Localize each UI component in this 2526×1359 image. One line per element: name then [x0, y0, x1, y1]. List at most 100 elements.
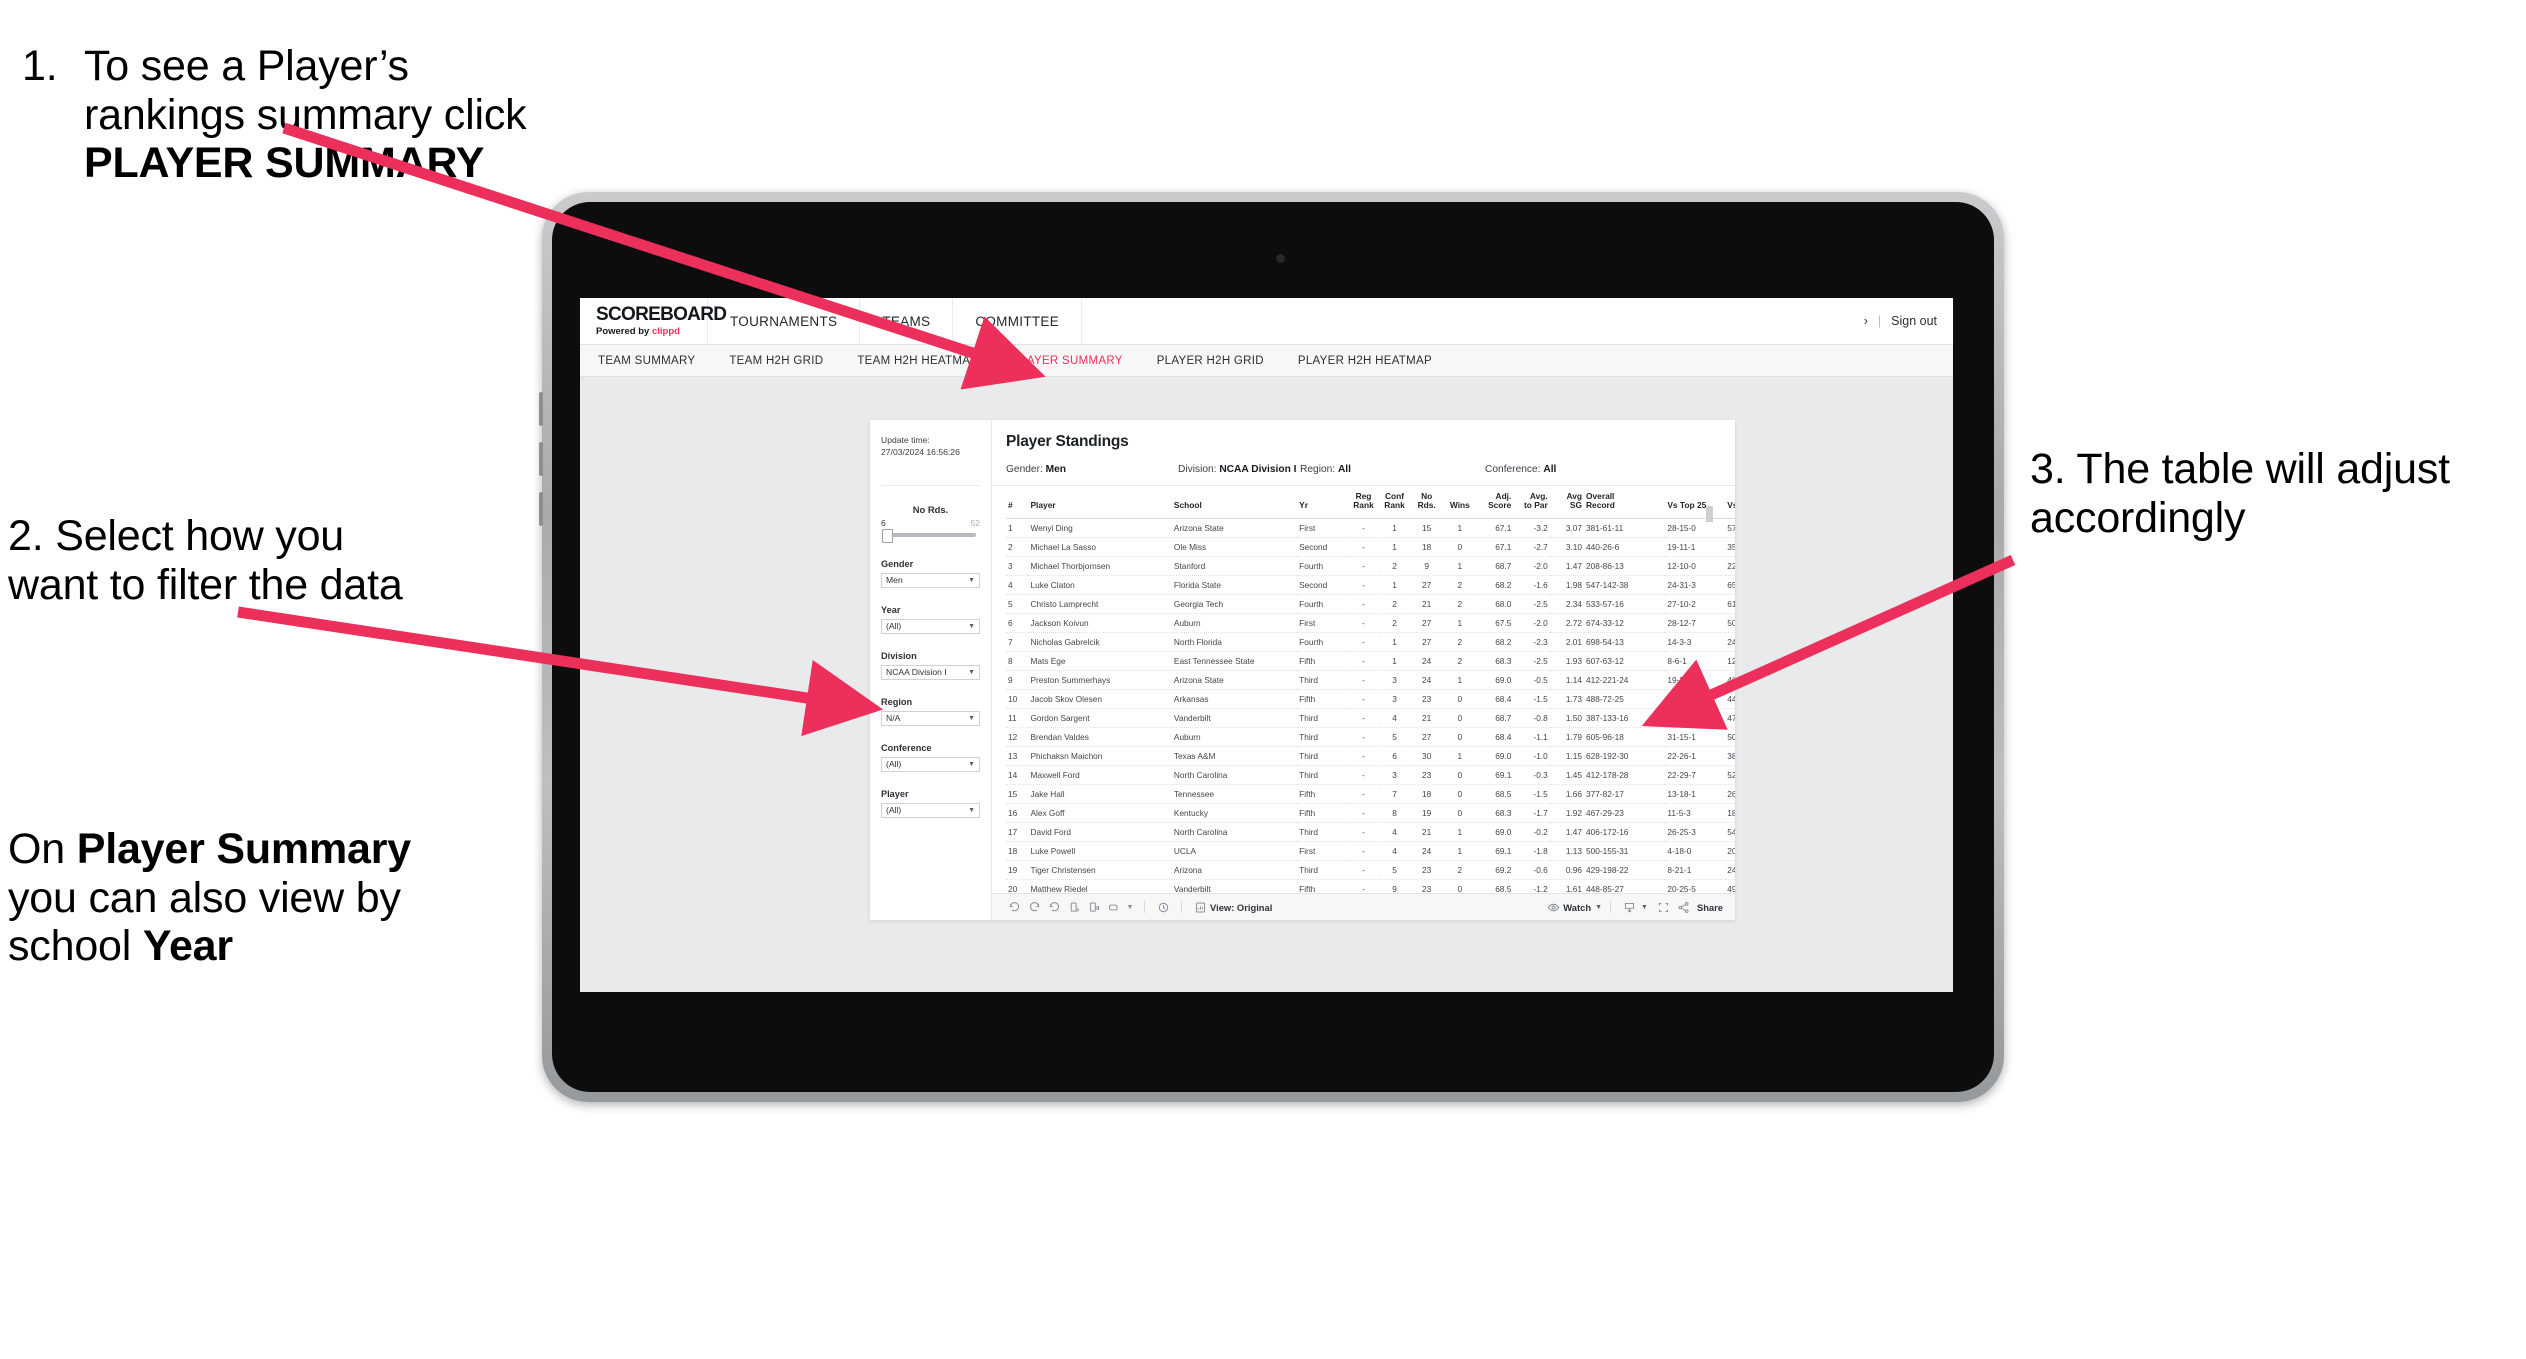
cell-school: Auburn — [1171, 727, 1298, 747]
col-t25-l1: Vs Top 25 — [1667, 500, 1707, 511]
download-chevron-down-icon[interactable]: ▼ — [1641, 904, 1648, 911]
cell-school: North Florida — [1171, 632, 1298, 652]
cell-no-rds: 23 — [1410, 860, 1443, 880]
col-conf-rank[interactable]: Conf Rank — [1378, 486, 1411, 519]
fullscreen-icon[interactable] — [1654, 897, 1674, 917]
table-row[interactable]: 13 Phichaksn Maichon Texas A&M Third -6 30 1 69… — [1006, 746, 1735, 766]
col-player[interactable]: Player — [1028, 486, 1172, 519]
cell-avg-to-par: -2.3 — [1513, 632, 1550, 652]
no-rounds-slider-track[interactable] — [882, 528, 976, 543]
cell-reg-rank: - — [1348, 613, 1379, 633]
cell-conf-rank: 9 — [1378, 879, 1411, 893]
cell-avg-sg: 1.47 — [1549, 556, 1584, 576]
view-original-label[interactable]: View: Original — [1210, 902, 1272, 913]
cell-school: Arizona State — [1171, 670, 1298, 690]
share-icon[interactable] — [1674, 897, 1694, 917]
table-row[interactable]: 4 Luke Claton Florida State Second -1 27 2 68.2… — [1006, 575, 1735, 595]
no-rounds-slider-handle[interactable] — [882, 528, 893, 543]
cell-player: Phichaksn Maichon — [1028, 746, 1172, 766]
filter-division-select[interactable]: NCAA Division I ▼ — [881, 664, 980, 680]
refresh-data-icon[interactable] — [1064, 897, 1084, 917]
tab-player-summary[interactable]: PLAYER SUMMARY — [1012, 355, 1123, 367]
table-row[interactable]: 7 Nicholas Gabrelcik North Florida Fourth -1… — [1006, 632, 1735, 652]
table-row[interactable]: 20 Matthew Riedel Vanderbilt Fifth -9 23 0 68.5… — [1006, 879, 1735, 893]
download-icon[interactable] — [1619, 897, 1639, 917]
cell-avg-to-par: -1.0 — [1513, 746, 1550, 766]
col-overall-record[interactable]: Overall Record — [1583, 486, 1666, 519]
top-nav-committee[interactable]: COMMITTEE — [953, 298, 1083, 344]
col-adj-score[interactable]: Adj. Score — [1476, 486, 1514, 519]
table-row[interactable]: 12 Brendan Valdes Auburn Third -5 27 0 68.4 -1.1… — [1006, 727, 1735, 747]
table-row[interactable]: 8 Mats Ege East Tennessee State Fifth -1 24 2 6… — [1006, 651, 1735, 671]
tab-player-h2h-heatmap[interactable]: PLAYER H2H HEATMAP — [1298, 355, 1432, 367]
col-reg-rank[interactable]: Reg Rank — [1348, 486, 1379, 519]
table-row[interactable]: 11 Gordon Sargent Vanderbilt Third -4 21 0 68.7… — [1006, 708, 1735, 728]
table-row[interactable]: 5 Christo Lamprecht Georgia Tech Fourth -2 21… — [1006, 594, 1735, 614]
table-scrollbar-thumb[interactable] — [1706, 506, 1713, 522]
revert-icon[interactable] — [1044, 897, 1064, 917]
cell-rank: 17 — [1006, 822, 1029, 842]
cell-no-rds: 19 — [1410, 803, 1443, 823]
tab-team-h2h-heatmap[interactable]: TEAM H2H HEATMAP — [857, 355, 978, 367]
table-row[interactable]: 9 Preston Summerhays Arizona State Third -3 2… — [1006, 670, 1735, 690]
table-row[interactable]: 15 Jake Hall Tennessee Fifth -7 18 0 68.5 -1.5 1.… — [1006, 784, 1735, 804]
col-yr[interactable]: Yr — [1297, 486, 1349, 519]
cell-rank: 3 — [1006, 556, 1029, 576]
pause-auto-update-icon[interactable] — [1153, 897, 1173, 917]
cell-overall-record: 607-63-12 — [1583, 651, 1666, 671]
watch-label[interactable]: Watch — [1563, 902, 1591, 913]
cell-conf-rank: 8 — [1378, 803, 1411, 823]
tab-team-summary[interactable]: TEAM SUMMARY — [598, 355, 695, 367]
cell-reg-rank: - — [1348, 746, 1379, 766]
undo-icon[interactable] — [1004, 897, 1024, 917]
tab-player-h2h-grid[interactable]: PLAYER H2H GRID — [1157, 355, 1264, 367]
table-row[interactable]: 2 Michael La Sasso Ole Miss Second -1 18 0 67.1… — [1006, 537, 1735, 557]
table-row[interactable]: 1 Wenyi Ding Arizona State First -1 15 1 67.1 -3… — [1006, 518, 1735, 538]
filter-region-value: N/A — [886, 713, 901, 724]
cell-avg-to-par: -2.0 — [1513, 613, 1550, 633]
filter-player-select[interactable]: (All) ▼ — [881, 802, 980, 818]
app-logo[interactable]: SCOREBOARD Powered by clippd — [580, 298, 727, 344]
table-row[interactable]: 14 Maxwell Ford North Carolina Third -3 23 0 69… — [1006, 765, 1735, 785]
cell-vs-top-50: 24-45-1 — [1725, 860, 1735, 880]
filter-gender-select[interactable]: Men ▼ — [881, 572, 980, 588]
view-original-icon[interactable] — [1190, 897, 1210, 917]
col-wins[interactable]: Wins — [1442, 486, 1477, 519]
watch-eye-icon[interactable] — [1543, 897, 1563, 917]
watch-chevron-down-icon[interactable]: ▼ — [1595, 904, 1602, 911]
col-avg-sg[interactable]: Avg SG — [1549, 486, 1584, 519]
table-row[interactable]: 6 Jackson Koivun Auburn First -2 27 1 67.5 -2.0 2… — [1006, 613, 1735, 633]
table-row[interactable]: 19 Tiger Christensen Arizona Third -5 23 2 69.2… — [1006, 860, 1735, 880]
table-row[interactable]: 3 Michael Thorbjornsen Stanford Fourth -2 9 1 6… — [1006, 556, 1735, 576]
top-nav-teams[interactable]: TEAMS — [860, 298, 954, 344]
cell-rank: 1 — [1006, 518, 1029, 538]
cell-rank: 13 — [1006, 746, 1029, 766]
col-vs-top-25[interactable]: Vs Top 25 — [1665, 486, 1726, 519]
filter-conference-select[interactable]: (All) ▼ — [881, 756, 980, 772]
col-no-rds[interactable]: No Rds. — [1410, 486, 1443, 519]
filter-region-select[interactable]: N/A ▼ — [881, 710, 980, 726]
table-row[interactable]: 16 Alex Goff Kentucky Fifth -8 19 0 68.3 -1.7 1.9… — [1006, 803, 1735, 823]
col-vs-top-50[interactable]: Vs Top 50 — [1725, 486, 1735, 519]
device-dropdown-icon[interactable]: ▼ — [1124, 897, 1136, 917]
table-row[interactable]: 10 Jacob Skov Olesen Arkansas Fifth -3 23 0 68.… — [1006, 689, 1735, 709]
redo-icon[interactable] — [1024, 897, 1044, 917]
filter-year-select[interactable]: (All) ▼ — [881, 618, 980, 634]
tab-team-h2h-grid[interactable]: TEAM H2H GRID — [729, 355, 823, 367]
sign-out-link[interactable]: Sign out — [1891, 314, 1937, 328]
cell-yr: Third — [1297, 822, 1349, 842]
table-row[interactable]: 18 Luke Powell UCLA First -4 24 1 69.1 -1.8 1.13 5… — [1006, 841, 1735, 861]
cell-wins: 2 — [1442, 860, 1477, 880]
user-menu-icon[interactable]: › — [1864, 314, 1868, 328]
col-sg-l2: SG — [1569, 500, 1582, 511]
pause-updates-icon[interactable] — [1084, 897, 1104, 917]
top-nav-tournaments[interactable]: TOURNAMENTS — [708, 298, 861, 344]
device-layout-icon[interactable] — [1104, 897, 1124, 917]
share-label[interactable]: Share — [1697, 902, 1723, 913]
col-rank[interactable]: # — [1006, 486, 1029, 519]
cell-vs-top-50: 20-36-4 — [1725, 841, 1735, 861]
table-row[interactable]: 17 David Ford North Carolina Third -4 21 1 69.0… — [1006, 822, 1735, 842]
col-avg-to-par[interactable]: Avg. to Par — [1513, 486, 1550, 519]
col-school[interactable]: School — [1171, 486, 1298, 519]
cell-rank: 7 — [1006, 632, 1029, 652]
